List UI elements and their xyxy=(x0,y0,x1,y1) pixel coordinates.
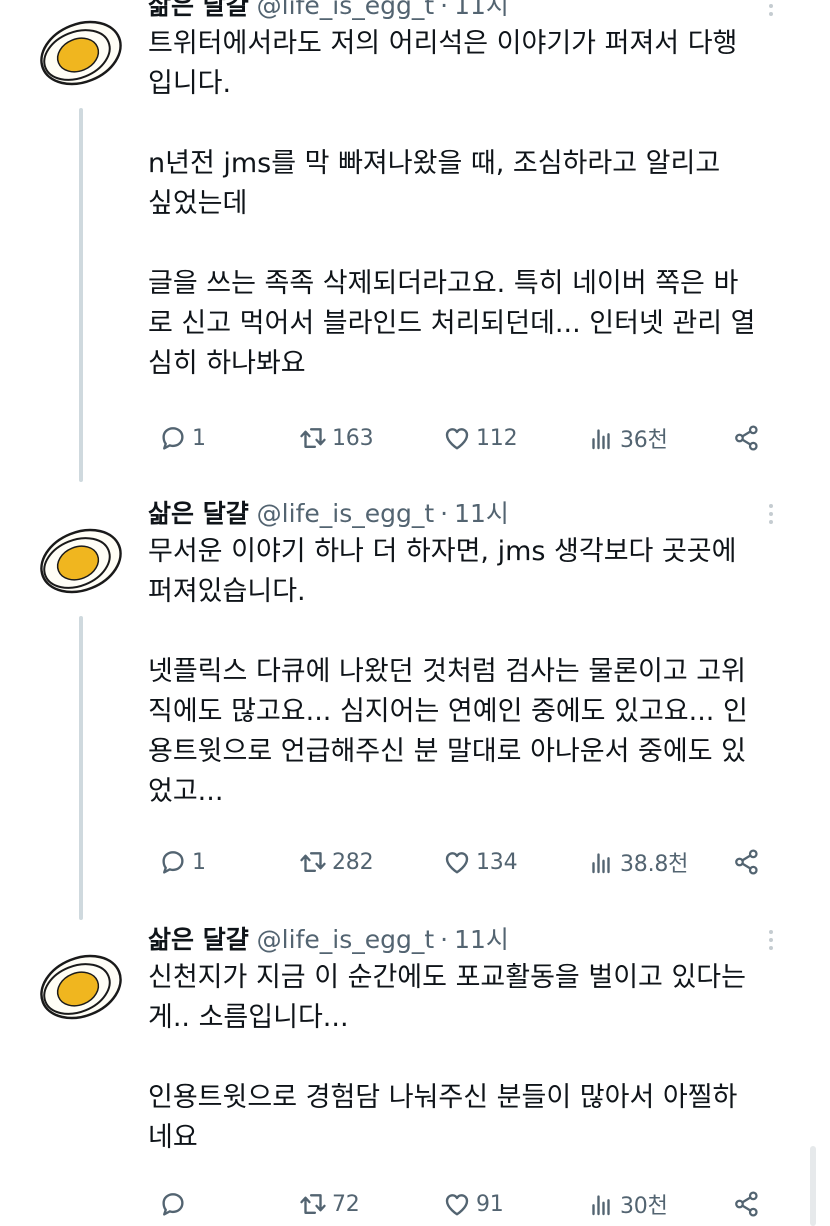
tweet[interactable]: 삶은 달걀 @life_is_egg_t · 11시 트위터에서라도 저의 어리석은… xyxy=(0,0,830,482)
retweet-icon xyxy=(300,1194,326,1214)
share-icon xyxy=(735,1191,758,1217)
reply-count: 1 xyxy=(192,425,206,451)
tweet-paragraph: n년전 jms를 막 빠져나왔을 때, 조심하라고 알리고 싶었는데 xyxy=(148,148,721,219)
more-options-icon[interactable] xyxy=(766,930,776,956)
separator-dot: · xyxy=(440,499,449,528)
user-handle[interactable]: @life_is_egg_t xyxy=(257,499,434,528)
tweet-paragraph: 넷플릭스 다큐에 나왔던 것처럼 검사는 물론이고 고위 직에도 많고요... … xyxy=(148,656,748,807)
share-icon xyxy=(735,849,758,875)
tweet-paragraph: 트위터에서라도 저의 어리석은 이야기가 퍼져서 다행 입니다. xyxy=(148,28,738,99)
bar-chart-icon xyxy=(592,429,610,450)
tweet-text: 트위터에서라도 저의 어리석은 이야기가 퍼져서 다행 입니다. n년전 jms… xyxy=(148,24,800,384)
retweet-count: 282 xyxy=(332,849,374,875)
retweet-button[interactable]: 282 xyxy=(298,842,374,882)
like-count: 112 xyxy=(476,425,518,451)
tweet-paragraph: 무서운 이야기 하나 더 하자면, jms 생각보다 곳곳에 퍼져있습니다. xyxy=(148,536,737,607)
timestamp[interactable]: 11시 xyxy=(454,0,509,20)
action-bar: 1 282 134 38.8천 xyxy=(158,842,778,882)
action-bar: 1 163 112 36천 xyxy=(158,418,778,458)
retweet-icon xyxy=(300,428,326,448)
scrollbar[interactable] xyxy=(810,1146,816,1226)
tweet-paragraph: 글을 쓰는 족족 삭제되더라고요. 특히 네이버 쪽은 바 로 신고 먹어서 블… xyxy=(148,268,756,379)
like-count: 134 xyxy=(476,849,518,875)
timestamp[interactable]: 11시 xyxy=(454,499,509,528)
reply-icon xyxy=(162,427,184,450)
tweet[interactable]: 삶은 달걀 @life_is_egg_t · 11시 무서운 이야기 하나 더 하자… xyxy=(0,494,830,920)
action-bar: 72 91 30천 xyxy=(158,1184,778,1224)
tweet[interactable]: 삶은 달걀 @life_is_egg_t · 11시 신천지가 지금 이 순간에도 … xyxy=(0,920,830,1226)
retweet-count: 163 xyxy=(332,425,374,451)
like-button[interactable]: 112 xyxy=(442,418,518,458)
user-handle[interactable]: @life_is_egg_t xyxy=(257,0,434,20)
reply-button[interactable]: 1 xyxy=(158,418,206,458)
tweet-paragraph: 신천지가 지금 이 순간에도 포교활동을 벌이고 있다는 게.. 소름입니다..… xyxy=(148,962,746,1033)
like-button[interactable]: 134 xyxy=(442,842,518,882)
thread-line xyxy=(79,616,83,920)
avatar[interactable] xyxy=(34,514,126,606)
retweet-button[interactable]: 72 xyxy=(298,1184,360,1224)
view-count: 38.8천 xyxy=(620,852,689,877)
reply-button[interactable] xyxy=(158,1184,192,1224)
share-button[interactable] xyxy=(732,842,762,882)
share-icon xyxy=(735,425,758,451)
separator-dot: · xyxy=(440,0,449,20)
reply-count: 1 xyxy=(192,849,206,875)
tweet-text: 신천지가 지금 이 순간에도 포교활동을 벌이고 있다는 게.. 소름입니다..… xyxy=(148,958,800,1158)
more-options-icon[interactable] xyxy=(766,504,776,530)
tweet-header: 삶은 달걀 @life_is_egg_t · 11시 xyxy=(148,0,509,26)
tweet-header: 삶은 달걀 @life_is_egg_t · 11시 xyxy=(148,494,509,534)
tweet-paragraph: 인용트윗으로 경험담 나눠주신 분들이 많아서 아찔하 네요 xyxy=(148,1082,738,1153)
views-button[interactable]: 36천 xyxy=(586,418,668,458)
views-button[interactable]: 38.8천 xyxy=(586,842,688,882)
share-button[interactable] xyxy=(732,1184,762,1224)
bar-chart-icon xyxy=(592,1195,610,1216)
display-name[interactable]: 삶은 달걀 xyxy=(148,499,249,528)
reply-icon xyxy=(162,851,184,874)
heart-icon xyxy=(445,852,469,874)
heart-icon xyxy=(445,428,469,450)
tweet-header: 삶은 달걀 @life_is_egg_t · 11시 xyxy=(148,920,509,960)
retweet-button[interactable]: 163 xyxy=(298,418,374,458)
more-options-icon[interactable] xyxy=(766,0,776,22)
like-button[interactable]: 91 xyxy=(442,1184,504,1224)
avatar[interactable] xyxy=(34,940,126,1032)
timestamp[interactable]: 11시 xyxy=(454,925,509,954)
view-count: 30천 xyxy=(620,1194,668,1219)
display-name[interactable]: 삶은 달걀 xyxy=(148,925,249,954)
boiled-egg-icon xyxy=(40,20,122,86)
thread-line xyxy=(79,108,83,482)
bar-chart-icon xyxy=(592,853,610,874)
boiled-egg-icon xyxy=(40,954,122,1020)
boiled-egg-icon xyxy=(40,528,122,594)
like-count: 91 xyxy=(476,1191,504,1217)
heart-icon xyxy=(445,1194,469,1216)
retweet-icon xyxy=(300,852,326,872)
views-button[interactable]: 30천 xyxy=(586,1184,668,1224)
share-button[interactable] xyxy=(732,418,762,458)
reply-button[interactable]: 1 xyxy=(158,842,206,882)
display-name[interactable]: 삶은 달걀 xyxy=(148,0,249,20)
retweet-count: 72 xyxy=(332,1191,360,1217)
separator-dot: · xyxy=(440,925,449,954)
avatar[interactable] xyxy=(34,6,126,98)
reply-icon xyxy=(162,1193,184,1216)
view-count: 36천 xyxy=(620,428,668,453)
tweet-text: 무서운 이야기 하나 더 하자면, jms 생각보다 곳곳에 퍼져있습니다. 넷… xyxy=(148,532,800,812)
user-handle[interactable]: @life_is_egg_t xyxy=(257,925,434,954)
